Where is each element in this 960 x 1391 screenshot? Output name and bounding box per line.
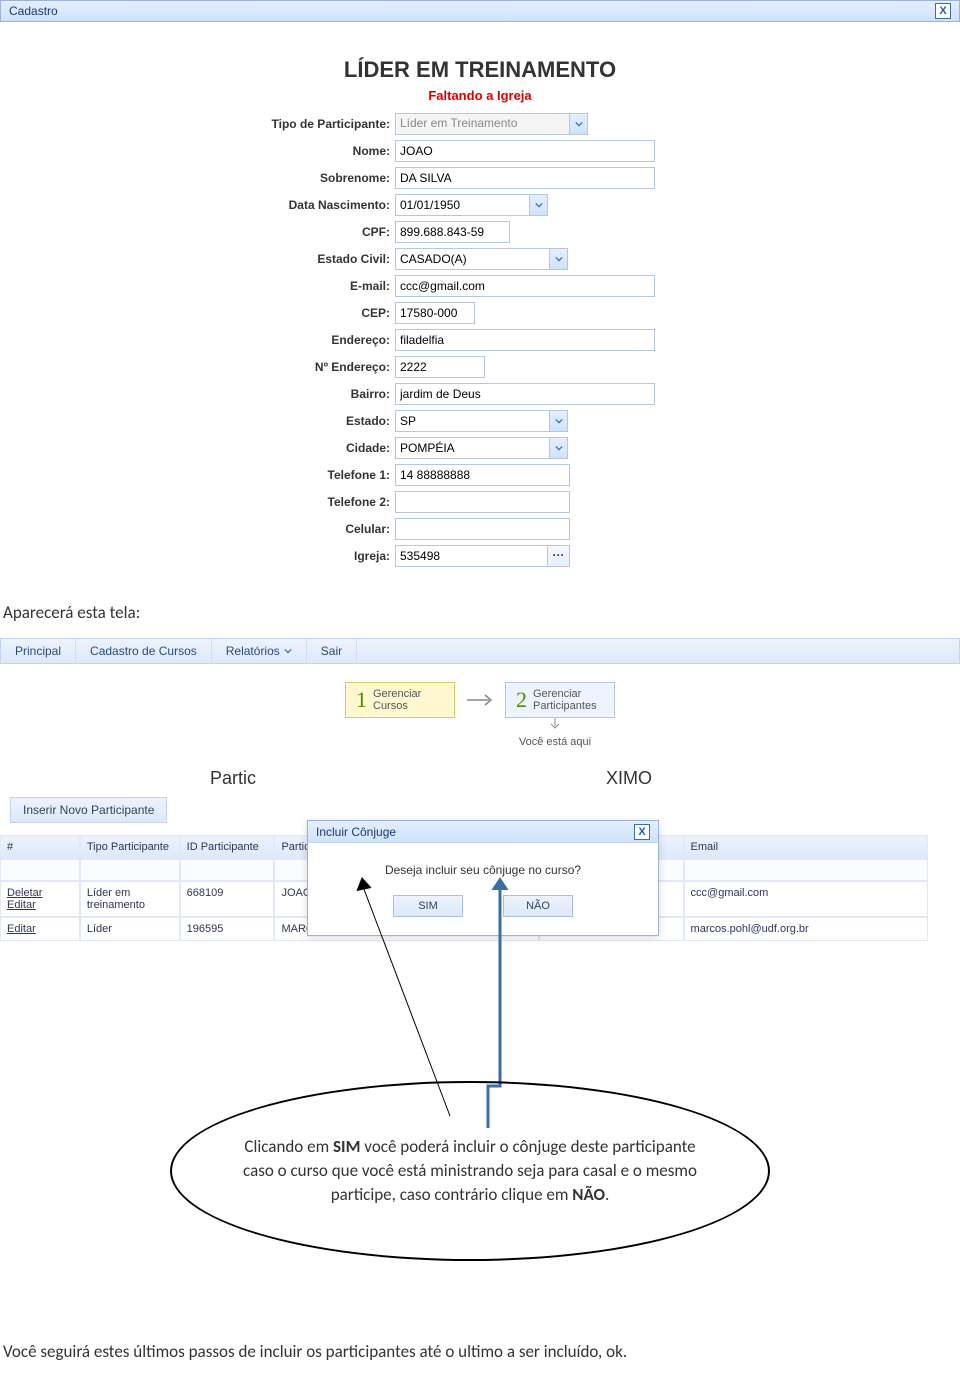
callout-text: Clicando em SIM você poderá incluir o cô… (232, 1135, 708, 1207)
endereco-input[interactable] (395, 329, 655, 351)
yes-button[interactable]: SIM (393, 895, 463, 917)
dialog-titlebar: Incluir Cônjuge X (308, 821, 658, 843)
chevron-down-icon (284, 647, 292, 655)
nome-input[interactable] (395, 140, 655, 162)
tel2-input[interactable] (395, 491, 570, 513)
num-label: Nº Endereço: (120, 360, 395, 374)
menu-relatorios[interactable]: Relatórios (212, 638, 307, 664)
tel1-input[interactable] (395, 464, 570, 486)
menu-cadastro-cursos[interactable]: Cadastro de Cursos (76, 638, 212, 664)
delete-link[interactable]: Deletar (7, 887, 42, 899)
window-titlebar: Cadastro X (0, 0, 960, 22)
edit-link[interactable]: Editar (7, 899, 36, 911)
step-number: 1 (356, 687, 367, 713)
edit-link[interactable]: Editar (7, 923, 36, 935)
page-title: LÍDER EM TREINAMENTO (0, 57, 960, 83)
data-datepicker[interactable] (395, 194, 548, 216)
col-email: Email (684, 835, 928, 859)
bairro-input[interactable] (395, 383, 655, 405)
cpf-label: CPF: (120, 225, 395, 239)
bottom-text: Você seguirá estes últimos passos de inc… (0, 1341, 960, 1382)
step-indicator: 1 GerenciarCursos 2 GerenciarParticipant… (0, 682, 960, 718)
estado-civil-dropdown[interactable] (395, 248, 568, 270)
close-icon[interactable]: X (634, 824, 650, 840)
participants-title: Partic XIMO (210, 768, 960, 789)
step-here-label: Você está aqui (150, 736, 960, 748)
arrow-right-icon (465, 692, 495, 708)
chevron-down-icon[interactable] (570, 113, 588, 135)
cel-label: Celular: (120, 522, 395, 536)
estado-label: Estado: (120, 414, 395, 428)
step-here-indicator (150, 718, 960, 733)
ellipsis-icon[interactable]: ··· (548, 545, 570, 567)
igreja-input[interactable] (395, 545, 548, 567)
col-actions: # (0, 835, 80, 859)
cel-input[interactable] (395, 518, 570, 540)
data-label: Data Nascimento: (120, 198, 395, 212)
filter-id[interactable] (187, 865, 268, 879)
endereco-label: Endereço: (120, 333, 395, 347)
nome-label: Nome: (120, 144, 395, 158)
igreja-label: Igreja: (120, 549, 395, 563)
section-text: Aparecerá esta tela: (3, 602, 960, 623)
cidade-label: Cidade: (120, 441, 395, 455)
step-1[interactable]: 1 GerenciarCursos (345, 682, 455, 718)
arrow-down-icon (550, 718, 560, 730)
email-label: E-mail: (120, 279, 395, 293)
no-button[interactable]: NÃO (503, 895, 573, 917)
estado-input[interactable] (395, 410, 550, 432)
estado-civil-label: Estado Civil: (120, 252, 395, 266)
step-number: 2 (516, 687, 527, 713)
warning-text: Faltando a Igreja (0, 88, 960, 103)
sobrenome-input[interactable] (395, 167, 655, 189)
col-id: ID Participante (180, 835, 275, 859)
step-2[interactable]: 2 GerenciarParticipantes (505, 682, 615, 718)
include-spouse-dialog: Incluir Cônjuge X Deseja incluir seu côn… (307, 820, 659, 936)
cidade-input[interactable] (395, 437, 550, 459)
cpf-input[interactable] (395, 221, 510, 243)
data-input[interactable] (395, 194, 530, 216)
callout-area: Clicando em SIM você poderá incluir o cô… (0, 1041, 960, 1311)
tel2-label: Telefone 2: (120, 495, 395, 509)
num-input[interactable] (395, 356, 485, 378)
registration-form: Tipo de Participante: Líder em Treinamen… (120, 113, 840, 567)
estado-dropdown[interactable] (395, 410, 568, 432)
filter-email[interactable] (691, 865, 921, 879)
tel1-label: Telefone 1: (120, 468, 395, 482)
callout-ellipse: Clicando em SIM você poderá incluir o cô… (170, 1081, 770, 1261)
menu-principal[interactable]: Principal (1, 638, 76, 664)
menubar: Principal Cadastro de Cursos Relatórios … (0, 638, 960, 664)
chevron-down-icon[interactable] (550, 437, 568, 459)
tipo-value: Líder em Treinamento (395, 113, 570, 135)
sobrenome-label: Sobrenome: (120, 171, 395, 185)
chevron-down-icon[interactable] (550, 248, 568, 270)
igreja-lookup[interactable]: ··· (395, 545, 570, 567)
insert-participant-button[interactable]: Inserir Novo Participante (10, 797, 167, 823)
window-title: Cadastro (9, 4, 58, 18)
estado-civil-input[interactable] (395, 248, 550, 270)
tipo-label: Tipo de Participante: (120, 117, 395, 131)
cep-input[interactable] (395, 302, 475, 324)
dialog-title: Incluir Cônjuge (316, 825, 396, 839)
cidade-dropdown[interactable] (395, 437, 568, 459)
menu-sair[interactable]: Sair (307, 638, 357, 664)
col-tipo: Tipo Participante (80, 835, 180, 859)
email-input[interactable] (395, 275, 655, 297)
close-icon[interactable]: X (935, 3, 951, 19)
tipo-dropdown[interactable]: Líder em Treinamento (395, 113, 588, 135)
chevron-down-icon[interactable] (530, 194, 548, 216)
dialog-question: Deseja incluir seu cônjuge no curso? (318, 863, 648, 877)
bairro-label: Bairro: (120, 387, 395, 401)
cep-label: CEP: (120, 306, 395, 320)
filter-tipo[interactable] (87, 865, 173, 879)
chevron-down-icon[interactable] (550, 410, 568, 432)
